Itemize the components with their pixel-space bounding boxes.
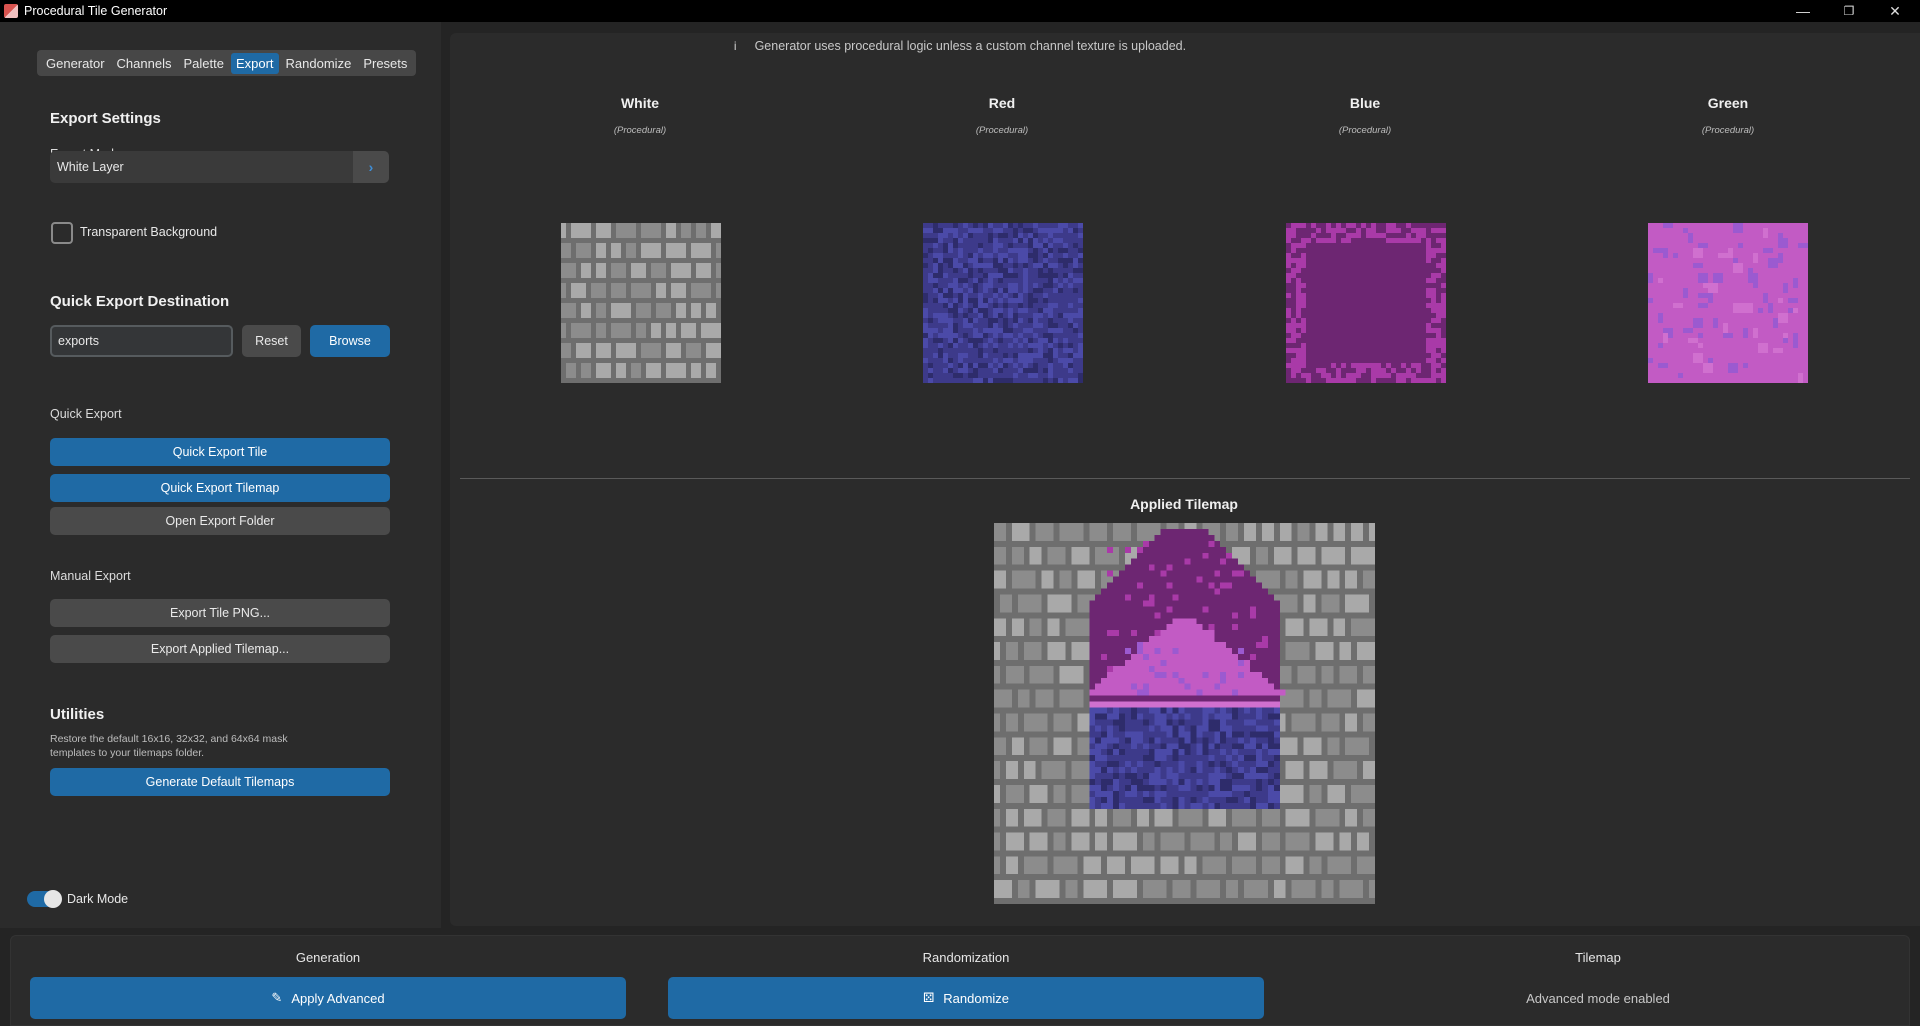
- channel-name: Blue: [1349, 95, 1381, 111]
- channel-name: Green: [1707, 95, 1749, 111]
- info-icon: i: [733, 39, 737, 53]
- apply-advanced-button[interactable]: ✎ Apply Advanced: [30, 977, 626, 1019]
- minimize-button[interactable]: —: [1780, 0, 1826, 22]
- export-path-input[interactable]: exports: [50, 325, 233, 357]
- channel-source: (Procedural): [1701, 125, 1755, 136]
- export-mode-value: White Layer: [57, 160, 124, 174]
- tilemap-heading: Tilemap: [1575, 950, 1621, 965]
- generate-default-tilemaps-button[interactable]: Generate Default Tilemaps: [50, 768, 390, 796]
- channel-source: (Procedural): [975, 125, 1029, 136]
- utilities-heading: Utilities: [50, 706, 105, 723]
- tab-palette[interactable]: Palette: [178, 53, 228, 74]
- quick-export-label: Quick Export: [50, 407, 122, 421]
- dark-mode-toggle[interactable]: [27, 890, 62, 908]
- toggle-knob: [44, 890, 62, 908]
- export-settings-heading: Export Settings: [50, 110, 161, 127]
- tab-presets[interactable]: Presets: [358, 53, 412, 74]
- generation-heading: Generation: [295, 950, 361, 965]
- browse-button[interactable]: Browse: [310, 325, 390, 357]
- close-button[interactable]: ✕: [1872, 0, 1918, 22]
- maximize-button[interactable]: ❐: [1826, 0, 1872, 22]
- info-text: Generator uses procedural logic unless a…: [754, 39, 1187, 53]
- transparent-background-checkbox[interactable]: [51, 222, 73, 244]
- white-channel-preview: [561, 223, 721, 383]
- channel-source: (Procedural): [1338, 125, 1392, 136]
- utilities-note-line: templates to your tilemaps folder.: [50, 747, 205, 759]
- app-logo-icon: [4, 4, 18, 18]
- randomize-label: Randomize: [943, 990, 1010, 1006]
- randomize-button[interactable]: ⚄ Randomize: [668, 977, 1264, 1019]
- title-bar: Procedural Tile Generator — ❐ ✕: [0, 0, 1920, 22]
- channel-name: Red: [988, 95, 1016, 111]
- applied-tilemap-preview: [994, 523, 1375, 904]
- tab-export[interactable]: Export: [230, 52, 279, 74]
- utilities-note-line: Restore the default 16x16, 32x32, and 64…: [50, 733, 288, 745]
- magic-wand-icon: ✎: [271, 990, 283, 1005]
- tab-generator[interactable]: Generator: [41, 53, 110, 74]
- randomization-heading: Randomization: [922, 950, 1010, 965]
- red-channel-preview: [923, 223, 1083, 383]
- export-tile-png-button[interactable]: Export Tile PNG...: [50, 599, 390, 627]
- quick-export-destination-heading: Quick Export Destination: [50, 293, 230, 310]
- quick-export-tile-button[interactable]: Quick Export Tile: [50, 438, 390, 466]
- transparent-background-label: Transparent Background: [80, 225, 218, 239]
- reset-button[interactable]: Reset: [242, 325, 301, 357]
- tilemap-status: Advanced mode enabled: [1526, 991, 1670, 1006]
- applied-tilemap-title: Applied Tilemap: [1130, 496, 1238, 512]
- window-title: Procedural Tile Generator: [24, 4, 168, 18]
- export-applied-tilemap-button[interactable]: Export Applied Tilemap...: [50, 635, 390, 663]
- channel-name: White: [620, 95, 660, 111]
- tab-bar: Generator Channels Palette Export Random…: [37, 50, 417, 76]
- blue-channel-preview: [1286, 223, 1446, 383]
- utilities-note: Restore the default 16x16, 32x32, and 64…: [50, 732, 330, 760]
- tab-channels[interactable]: Channels: [112, 53, 177, 74]
- dark-mode-label: Dark Mode: [67, 892, 129, 906]
- dice-icon: ⚄: [922, 990, 935, 1005]
- section-divider: [460, 478, 1910, 479]
- apply-advanced-label: Apply Advanced: [291, 990, 385, 1006]
- channel-source: (Procedural): [613, 125, 667, 136]
- export-mode-select[interactable]: White Layer ›: [50, 151, 389, 183]
- info-message: i Generator uses procedural logic unless …: [0, 39, 1920, 53]
- green-channel-preview: [1648, 223, 1808, 383]
- manual-export-label: Manual Export: [50, 569, 131, 583]
- chevron-right-icon[interactable]: ›: [353, 151, 389, 183]
- tab-randomize[interactable]: Randomize: [281, 53, 357, 74]
